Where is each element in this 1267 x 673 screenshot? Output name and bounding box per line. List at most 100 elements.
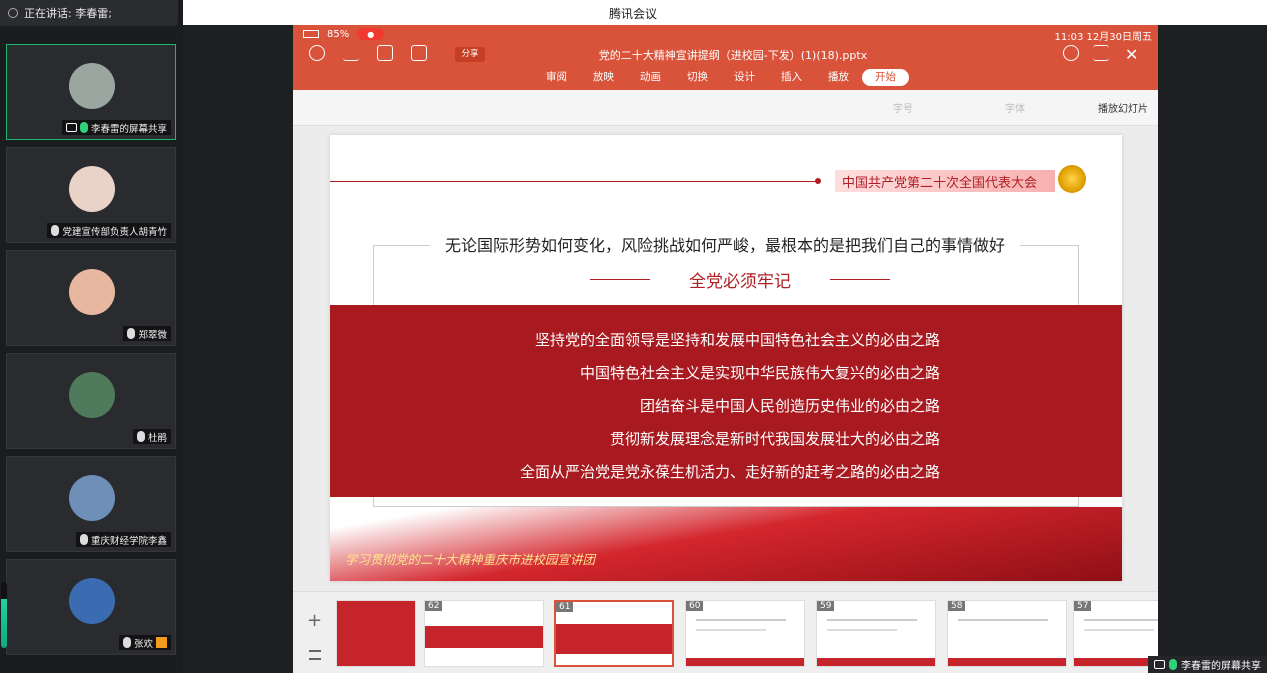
slide-line1: 无论国际形势如何变化，风险挑战如何严峻，最根本的是把我们自己的事情做好	[430, 232, 1020, 256]
mic-muted-icon	[127, 328, 136, 339]
volume-meter	[1, 582, 7, 648]
play-icon[interactable]	[1063, 45, 1079, 61]
participant-name: 党建宣传部负责人胡青竹	[62, 226, 167, 238]
slide-thumbnail[interactable]: 62	[424, 600, 544, 667]
document-filename: 党的二十大精神宣讲提纲（进校园-下发）(1)(18).pptx	[598, 49, 868, 62]
tab-home[interactable]: 开始	[862, 69, 909, 86]
header-line	[330, 181, 820, 182]
thumbnail-line	[827, 619, 917, 621]
search-icon[interactable]	[309, 45, 325, 61]
participant-name: 重庆财经学院李鑫	[90, 535, 167, 547]
slide-footer-text: 学习贯彻党的二十大精神重庆市进校园宣讲团	[345, 552, 596, 567]
slide-thumbnails: 57 58 59 60 61 62 +	[293, 591, 1158, 673]
avatar	[69, 63, 115, 109]
slide-thumbnail[interactable]: 57	[1073, 600, 1158, 667]
title-bar: 腾讯会议	[183, 0, 1267, 25]
format-ribbon: 字号 字体 播放幻灯片	[293, 90, 1158, 126]
slide-thumbnail[interactable]	[336, 600, 416, 667]
participant-name: 张欢	[133, 638, 153, 650]
thumbnail-number: 62	[425, 601, 443, 611]
list-item: 坚持党的全面领导是坚持和发展中国特色社会主义的必由之路	[534, 331, 940, 349]
tab-insert[interactable]: 插入	[768, 69, 815, 86]
tab-transition[interactable]: 切换	[674, 69, 721, 86]
shared-screen: 85% ● 11:03 12月30日周五 分享 党的二十大精神宣讲提纲（进校园-…	[293, 25, 1158, 673]
slide-thumbnail[interactable]: 59	[816, 600, 936, 667]
font-label[interactable]: 字体	[1005, 100, 1025, 115]
party-emblem-icon	[1058, 165, 1086, 193]
share-owner-name: 李春雷的屏幕共享	[1181, 661, 1261, 672]
slide-thumbnail[interactable]: 58	[947, 600, 1067, 667]
participant-name: 郑翠微	[138, 329, 167, 341]
thumbnail-stripe	[817, 658, 935, 666]
avatar	[69, 578, 115, 624]
current-slide: 中国共产党第二十次全国代表大会 无论国际形势如何变化，风险挑战如何严峻，最根本的…	[330, 135, 1122, 581]
avatar	[69, 166, 115, 212]
participant-tile[interactable]: 重庆财经学院李鑫	[6, 456, 176, 552]
mic-muted-icon	[51, 225, 60, 236]
header-dot	[815, 178, 821, 184]
tab-slideshow[interactable]: 放映	[580, 69, 627, 86]
list-item: 团结奋斗是中国人民创造历史伟业的必由之路	[639, 397, 940, 415]
play-slideshow-button[interactable]: 播放幻灯片	[1098, 100, 1148, 115]
list-item: 中国特色社会主义是实现中华民族伟大复兴的必由之路	[579, 364, 940, 382]
thumbnail-line	[958, 619, 1048, 621]
avatar	[69, 269, 115, 315]
slide-thumbnail-selected[interactable]: 61	[554, 600, 674, 667]
user-icon	[156, 637, 167, 648]
thumbnail-line	[1084, 619, 1158, 621]
slide-footer-banner	[330, 507, 1122, 581]
font-size-label[interactable]: 字号	[893, 100, 913, 115]
avatar	[69, 475, 115, 521]
pen-icon[interactable]	[343, 45, 359, 61]
tab-design[interactable]: 设计	[721, 69, 768, 86]
tab-review[interactable]: 审阅	[533, 69, 580, 86]
slide-thumbnail[interactable]: 60	[685, 600, 805, 667]
avatar	[69, 372, 115, 418]
thumbnail-line	[827, 629, 897, 631]
share-button[interactable]: 分享	[455, 47, 485, 62]
battery-level: 85%	[327, 28, 350, 40]
screen-share-icon	[65, 123, 77, 132]
participant-tile[interactable]: 党建宣传部负责人胡青竹	[6, 147, 176, 243]
participant-name: 李春雷的屏幕共享	[90, 123, 167, 135]
share-owner-label: 李春雷的屏幕共享	[1148, 656, 1267, 673]
participant-tile[interactable]: 郑翠微	[6, 250, 176, 346]
slide-header: 中国共产党第二十次全国代表大会	[842, 176, 1038, 191]
device-clock: 11:03 12月30日周五	[1054, 32, 1152, 43]
grid-view-icon[interactable]	[309, 650, 321, 660]
mic-icon	[79, 122, 88, 133]
list-item: 全面从严治党是党永葆生机活力、走好新的赶考之路的必由之路	[519, 463, 940, 481]
slide-line2: 全党必须牢记	[590, 267, 890, 292]
screen-share-icon	[1154, 660, 1165, 669]
thumbnail-line	[696, 619, 786, 621]
thumbnail-stripe	[556, 624, 672, 654]
participant-label: 党建宣传部负责人胡青竹	[47, 223, 171, 238]
tab-play[interactable]: 播放	[815, 69, 862, 86]
menu-icon[interactable]	[1093, 45, 1109, 61]
thumbnail-line	[696, 629, 766, 631]
participant-label: 李春雷的屏幕共享	[61, 120, 171, 135]
page-icon[interactable]	[411, 45, 427, 61]
mic-muted-icon	[122, 637, 131, 648]
thumbnail-number: 61	[556, 602, 574, 612]
tab-animation[interactable]: 动画	[627, 69, 674, 86]
thumbnail-stripe	[686, 658, 804, 666]
battery-icon	[303, 30, 319, 38]
participant-label: 郑翠微	[123, 326, 171, 341]
mic-muted-icon	[136, 431, 145, 442]
speaker-icon	[8, 8, 18, 18]
book-icon[interactable]	[377, 45, 393, 61]
participant-label: 张欢	[118, 635, 171, 650]
thumbnail-line	[1084, 629, 1154, 631]
mic-muted-icon	[79, 534, 88, 545]
add-slide-icon[interactable]: +	[307, 610, 322, 631]
app-toolbar: 85% ● 11:03 12月30日周五 分享 党的二十大精神宣讲提纲（进校园-…	[293, 25, 1158, 90]
participant-name: 杜鹃	[147, 432, 167, 444]
thumbnail-number: 58	[948, 601, 966, 611]
participant-tile[interactable]: 李春雷的屏幕共享	[6, 44, 176, 140]
participant-tile[interactable]: 张欢	[6, 559, 176, 655]
participant-tile[interactable]: 杜鹃	[6, 353, 176, 449]
record-indicator: ●	[357, 28, 385, 40]
participant-label: 杜鹃	[132, 429, 171, 444]
close-icon[interactable]: ✕	[1125, 45, 1141, 64]
